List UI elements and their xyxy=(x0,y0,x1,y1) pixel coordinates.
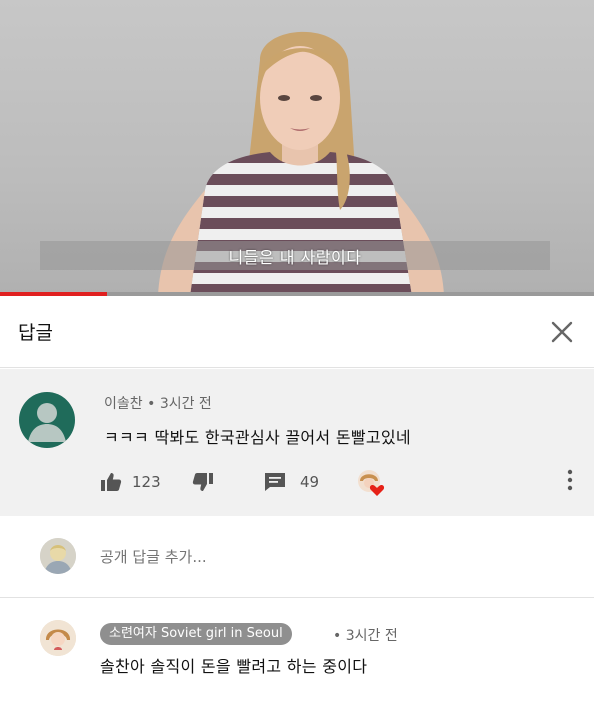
reply-input[interactable] xyxy=(100,544,560,570)
reply-count: 49 xyxy=(300,473,320,491)
more-vert-icon xyxy=(567,469,573,491)
meta-separator: • xyxy=(147,396,156,412)
dislike-button[interactable] xyxy=(192,469,214,495)
parent-comment: 이솔찬 • 3시간 전 ㅋㅋㅋ 딱봐도 한국관심사 끌어서 돈빨고있네 123 xyxy=(0,369,594,516)
default-user-icon xyxy=(28,403,66,442)
close-icon xyxy=(551,321,573,343)
thumbs-up-icon xyxy=(101,473,122,491)
user-avatar-icon xyxy=(40,538,76,574)
reply-meta: • 3시간 전 xyxy=(333,625,398,645)
user-avatar-icon xyxy=(40,620,76,656)
replies-header: 답글 xyxy=(0,296,594,368)
comment-author[interactable]: 이솔찬 xyxy=(104,396,143,412)
reply-author-avatar[interactable] xyxy=(40,620,76,656)
comment-meta: 이솔찬 • 3시간 전 xyxy=(104,393,212,413)
creator-author-badge[interactable]: 소련여자 Soviet girl in Seoul xyxy=(100,623,292,645)
comment-actions: 123 49 xyxy=(100,469,580,495)
commenter-avatar[interactable] xyxy=(19,392,75,448)
meta-separator: • xyxy=(333,628,342,644)
creator-heart-icon xyxy=(358,470,385,496)
current-user-avatar xyxy=(40,538,76,574)
like-button[interactable]: 123 xyxy=(100,469,161,495)
reply-icon xyxy=(265,473,285,491)
like-count: 123 xyxy=(132,473,161,491)
video-player[interactable]: 니들은 내 사람이다 xyxy=(0,0,594,296)
reply-comment: 소련여자 Soviet girl in Seoul • 3시간 전 솔찬아 솔직… xyxy=(0,598,594,704)
replies-title: 답글 xyxy=(18,322,53,344)
thumbs-down-icon xyxy=(192,473,213,491)
close-button[interactable] xyxy=(548,318,576,346)
video-subtitle: 니들은 내 사람이다 xyxy=(40,241,550,270)
comment-text: ㅋㅋㅋ 딱봐도 한국관심사 끌어서 돈빨고있네 xyxy=(104,428,411,447)
more-options-button[interactable] xyxy=(566,468,574,492)
add-reply-row xyxy=(0,516,594,598)
reply-button[interactable]: 49 xyxy=(264,469,319,495)
comment-time: 3시간 전 xyxy=(159,396,212,412)
reply-time: 3시간 전 xyxy=(345,628,398,644)
video-subtitle-text: 니들은 내 사람이다 xyxy=(228,247,362,267)
reply-text: 솔찬아 솔직이 돈을 빨려고 하는 중이다 xyxy=(100,657,368,676)
